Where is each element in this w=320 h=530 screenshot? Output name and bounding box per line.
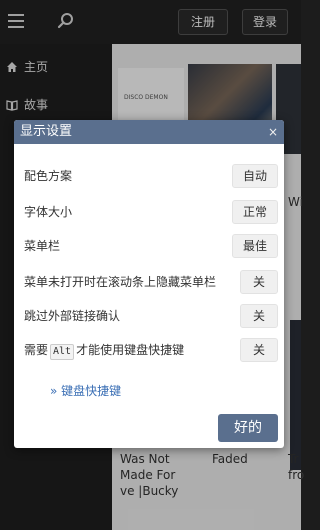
setting-skip-external-link-confirm: 跳过外部链接确认 关 bbox=[24, 304, 278, 328]
setting-label: 跳过外部链接确认 bbox=[24, 309, 121, 323]
menu-bar-select[interactable]: 最佳 bbox=[232, 234, 278, 258]
setting-label-prefix: 需要 bbox=[24, 343, 49, 357]
font-size-select[interactable]: 正常 bbox=[232, 200, 278, 224]
setting-font-size: 字体大小 正常 bbox=[24, 200, 278, 224]
setting-label: 菜单栏 bbox=[24, 239, 61, 253]
dialog-header: 显示设置 × bbox=[14, 120, 284, 144]
setting-label: 菜单未打开时在滚动条上隐藏菜单栏 bbox=[24, 275, 217, 289]
display-settings-dialog: 显示设置 × 配色方案 自动 字体大小 正常 菜单栏 最佳 菜单未打开时在滚动条… bbox=[14, 120, 284, 448]
setting-color-scheme: 配色方案 自动 bbox=[24, 164, 278, 188]
dialog-title: 显示设置 bbox=[20, 124, 73, 139]
setting-menu-bar: 菜单栏 最佳 bbox=[24, 234, 278, 258]
color-scheme-select[interactable]: 自动 bbox=[232, 164, 278, 188]
close-icon[interactable]: × bbox=[268, 120, 278, 144]
setting-require-alt-shortcuts: 需要 Alt 才能使用键盘快捷键 关 bbox=[24, 338, 278, 362]
setting-label: 配色方案 bbox=[24, 169, 73, 183]
ok-button[interactable]: 好的 bbox=[218, 414, 278, 442]
hide-menubar-toggle[interactable]: 关 bbox=[240, 270, 278, 294]
setting-label: 需要 Alt 才能使用键盘快捷键 bbox=[24, 341, 184, 360]
keyboard-shortcuts-link[interactable]: » 键盘快捷键 bbox=[50, 382, 121, 399]
require-alt-toggle[interactable]: 关 bbox=[240, 338, 278, 362]
alt-key-badge: Alt bbox=[50, 344, 75, 360]
skip-link-confirm-toggle[interactable]: 关 bbox=[240, 304, 278, 328]
setting-label: 字体大小 bbox=[24, 205, 73, 219]
setting-hide-menubar-on-scroll: 菜单未打开时在滚动条上隐藏菜单栏 关 bbox=[24, 270, 278, 294]
setting-label-suffix: 才能使用键盘快捷键 bbox=[76, 343, 185, 357]
